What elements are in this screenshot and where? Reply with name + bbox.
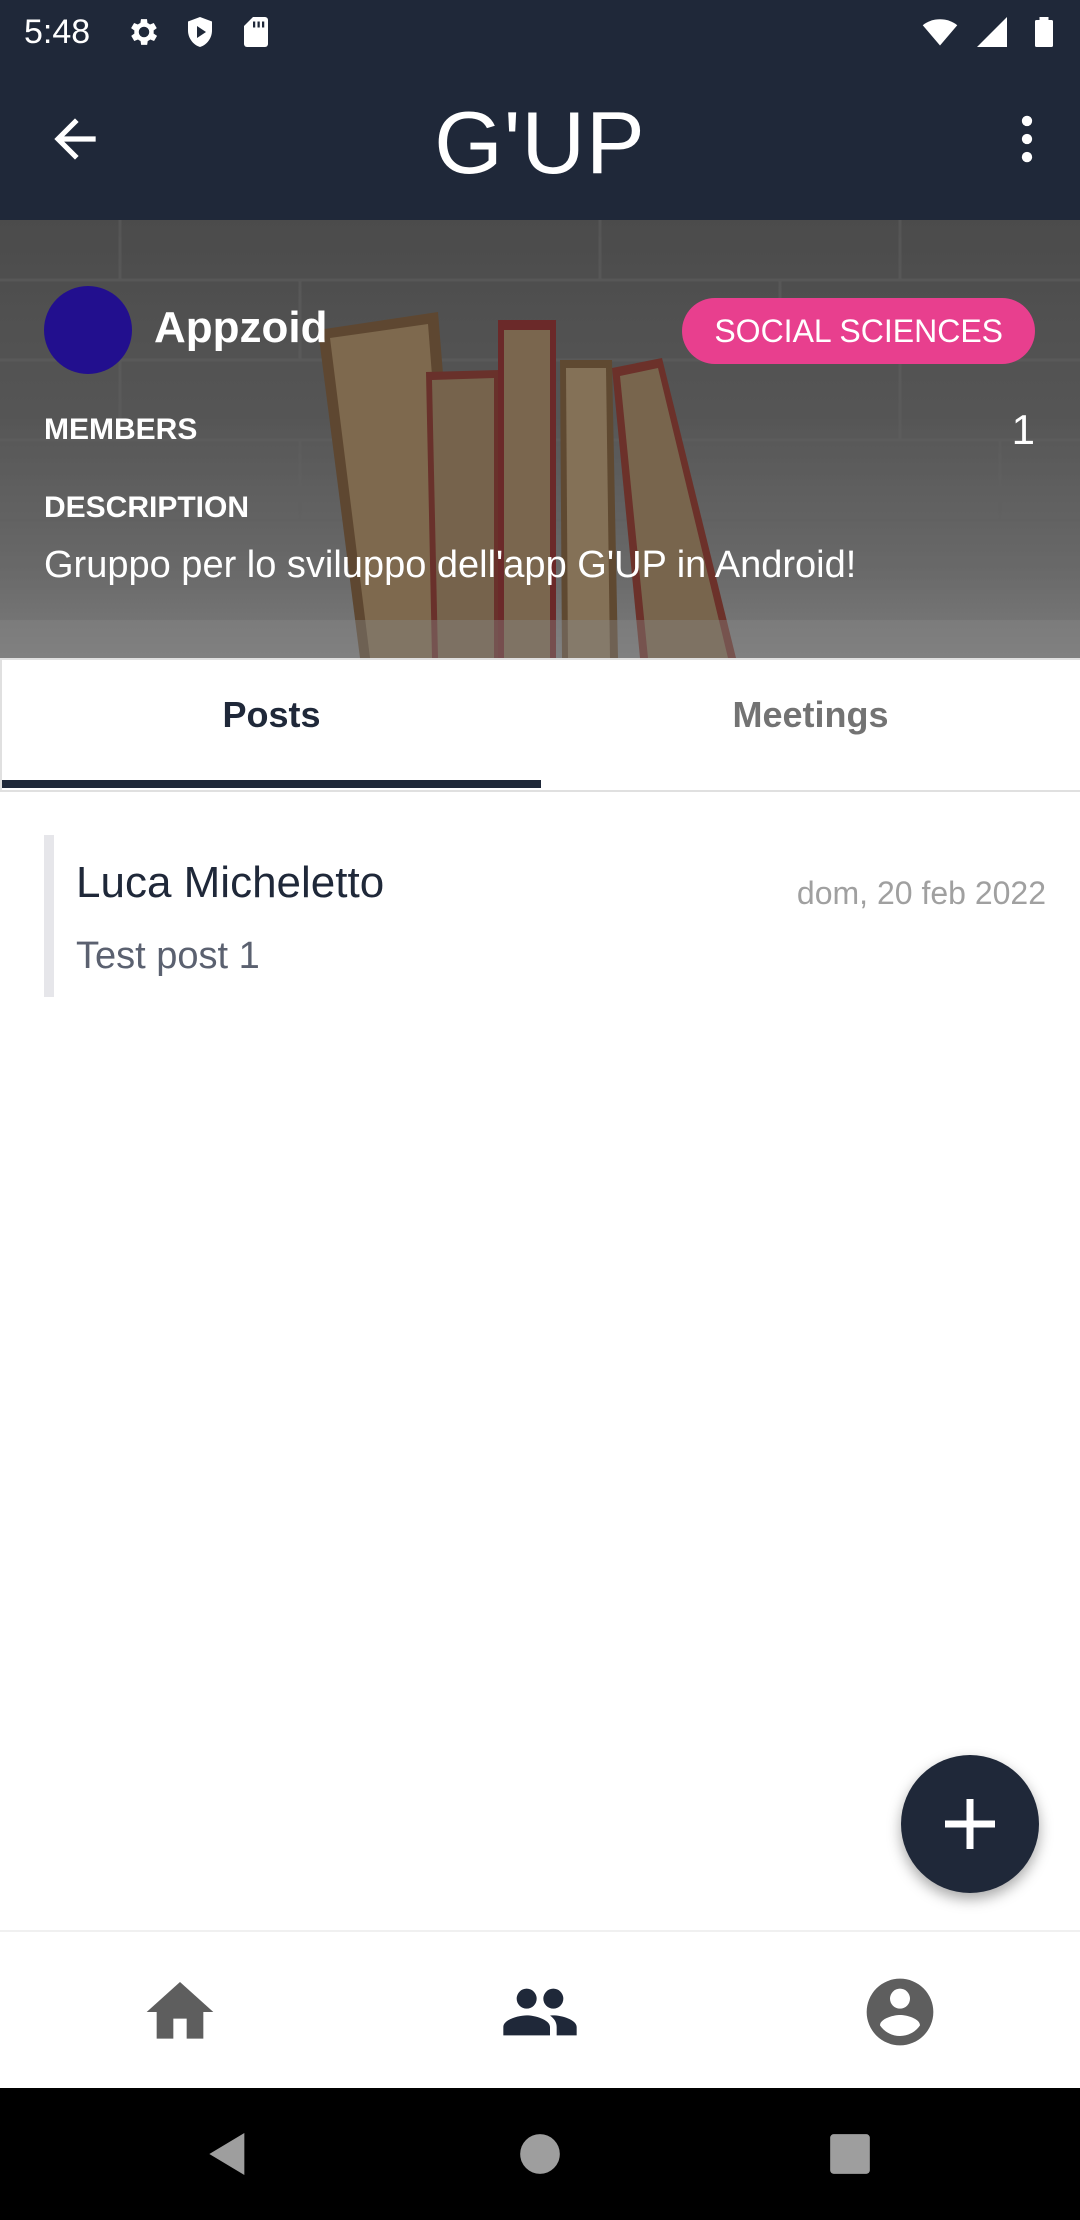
sd-card-icon <box>244 17 268 47</box>
post-body: Test post 1 <box>76 935 260 977</box>
post-author: Luca Micheletto <box>76 858 385 907</box>
app-bar: G'UP <box>0 63 1080 220</box>
group-avatar <box>44 286 132 374</box>
group-header: Appzoid SOCIAL SCIENCES MEMBERS 1 DESCRI… <box>0 220 1080 658</box>
status-time: 5:48 <box>24 13 91 51</box>
bottom-navigation <box>0 1930 1080 2090</box>
tab-bar: Posts Meetings <box>0 658 1080 792</box>
tab-indicator <box>2 780 541 788</box>
app-title: G'UP <box>434 93 646 192</box>
tab-meetings[interactable]: Meetings <box>541 660 1080 786</box>
add-post-button[interactable] <box>901 1755 1039 1893</box>
shield-icon <box>188 17 212 47</box>
more-vert-icon[interactable] <box>996 108 1058 170</box>
battery-icon <box>1035 17 1053 47</box>
settings-icon <box>131 19 158 45</box>
status-icons-left <box>126 14 274 50</box>
wifi-icon <box>922 19 958 46</box>
tab-meetings-label: Meetings <box>732 694 889 735</box>
group-description: Gruppo per lo sviluppo dell'app G'UP in … <box>44 544 857 586</box>
post-item[interactable]: Luca Micheletto dom, 20 feb 2022 Test po… <box>44 835 1046 997</box>
status-bar: 5:48 <box>0 0 1080 63</box>
category-badge: SOCIAL SCIENCES <box>682 298 1035 364</box>
groups-icon[interactable] <box>500 1972 580 2052</box>
tab-posts[interactable]: Posts <box>2 660 541 788</box>
group-name: Appzoid <box>154 303 328 352</box>
back-triangle-icon[interactable] <box>200 2126 256 2182</box>
system-navigation-bar <box>0 2088 1080 2220</box>
account-circle-icon[interactable] <box>860 1972 940 2052</box>
status-icons-right <box>922 14 1062 50</box>
add-icon <box>945 1799 995 1849</box>
home-circle-icon[interactable] <box>512 2126 568 2182</box>
recents-square-icon[interactable] <box>822 2126 878 2182</box>
members-count: 1 <box>1011 406 1035 453</box>
description-label: DESCRIPTION <box>44 491 250 524</box>
tab-posts-label: Posts <box>222 694 321 735</box>
members-label: MEMBERS <box>44 413 198 446</box>
post-date: dom, 20 feb 2022 <box>796 875 1046 911</box>
signal-icon <box>977 17 1007 47</box>
home-icon[interactable] <box>140 1972 220 2052</box>
